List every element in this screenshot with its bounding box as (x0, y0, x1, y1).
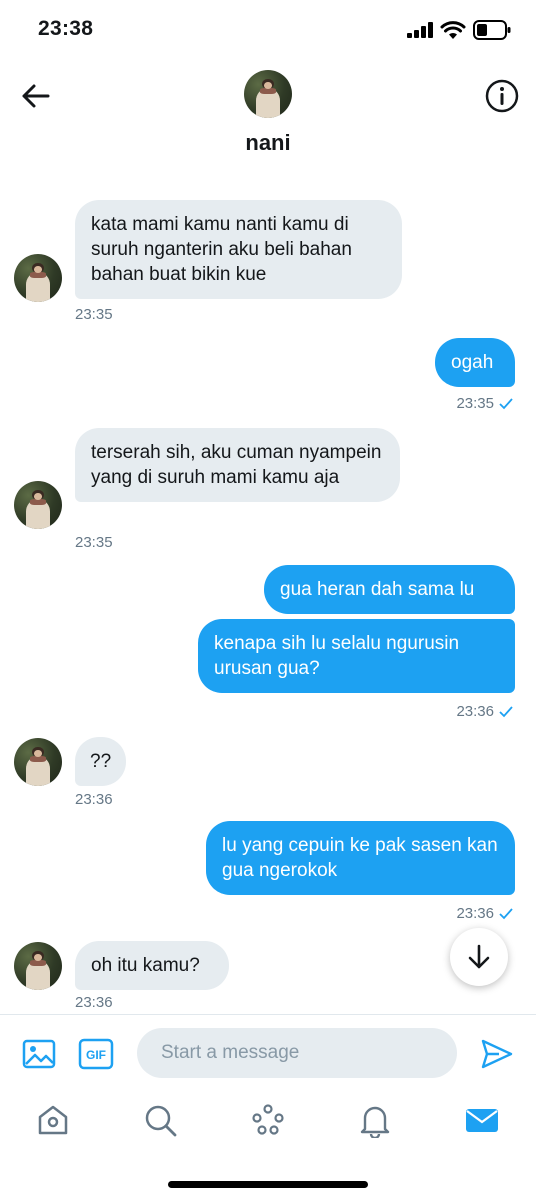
tab-bar (0, 1094, 536, 1154)
conversation-title[interactable]: nani (0, 130, 536, 156)
sent-check-icon (499, 908, 513, 920)
search-icon[interactable] (142, 1102, 178, 1138)
gif-icon[interactable]: GIF (78, 1037, 114, 1071)
message-bubble-incoming[interactable]: oh itu kamu? (75, 941, 229, 990)
message-bubble-incoming[interactable]: ?? (75, 737, 126, 786)
back-arrow-icon[interactable] (18, 78, 54, 114)
image-icon[interactable] (22, 1037, 56, 1071)
sender-avatar[interactable] (14, 738, 62, 786)
status-bar: 23:38 (0, 0, 536, 60)
message-timestamp: 23:36 (456, 905, 494, 922)
bell-icon[interactable] (357, 1102, 393, 1138)
message-timestamp-row: 23:35 (456, 395, 514, 412)
sent-check-icon (499, 398, 513, 410)
message-list[interactable]: kata mami kamu nanti kamu di suruh ngant… (0, 170, 536, 1014)
message-timestamp: 23:35 (456, 395, 494, 412)
message-timestamp: 23:36 (456, 703, 494, 720)
sender-avatar[interactable] (14, 942, 62, 990)
message-bubble-outgoing[interactable]: kenapa sih lu selalu ngurusin urusan gua… (198, 619, 515, 693)
message-timestamp-row: 23:36 (456, 703, 514, 720)
message-timestamp: 23:36 (75, 994, 113, 1011)
message-composer: GIF (0, 1014, 536, 1095)
message-timestamp-row: 23:36 (456, 905, 514, 922)
home-indicator[interactable] (168, 1181, 368, 1188)
mail-icon[interactable] (464, 1102, 500, 1138)
svg-text:GIF: GIF (86, 1048, 106, 1062)
message-timestamp: 23:35 (75, 534, 113, 551)
sent-check-icon (499, 706, 513, 718)
spaces-icon[interactable] (250, 1102, 286, 1138)
battery-icon (473, 20, 511, 40)
message-bubble-incoming[interactable]: kata mami kamu nanti kamu di suruh ngant… (75, 200, 402, 299)
message-bubble-outgoing[interactable]: gua heran dah sama lu (264, 565, 515, 614)
message-bubble-outgoing[interactable]: lu yang cepuin ke pak sasen kan gua nger… (206, 821, 515, 895)
message-timestamp: 23:36 (75, 791, 113, 808)
send-icon[interactable] (480, 1037, 514, 1071)
header-avatar[interactable] (244, 70, 292, 118)
scroll-to-bottom-button[interactable] (450, 928, 508, 986)
arrow-down-icon (468, 944, 490, 969)
message-timestamp: 23:35 (75, 306, 113, 323)
wifi-icon (440, 21, 466, 39)
message-bubble-incoming[interactable]: terserah sih, aku cuman nyampein yang di… (75, 428, 400, 502)
message-bubble-outgoing[interactable]: ogah (435, 338, 515, 387)
home-icon[interactable] (35, 1102, 71, 1138)
status-time: 23:38 (38, 17, 94, 40)
sender-avatar[interactable] (14, 481, 62, 529)
message-input[interactable] (137, 1028, 457, 1078)
conversation-header: nani (0, 60, 536, 170)
sender-avatar[interactable] (14, 254, 62, 302)
cellular-signal-icon (407, 22, 433, 38)
info-icon[interactable] (484, 78, 520, 114)
